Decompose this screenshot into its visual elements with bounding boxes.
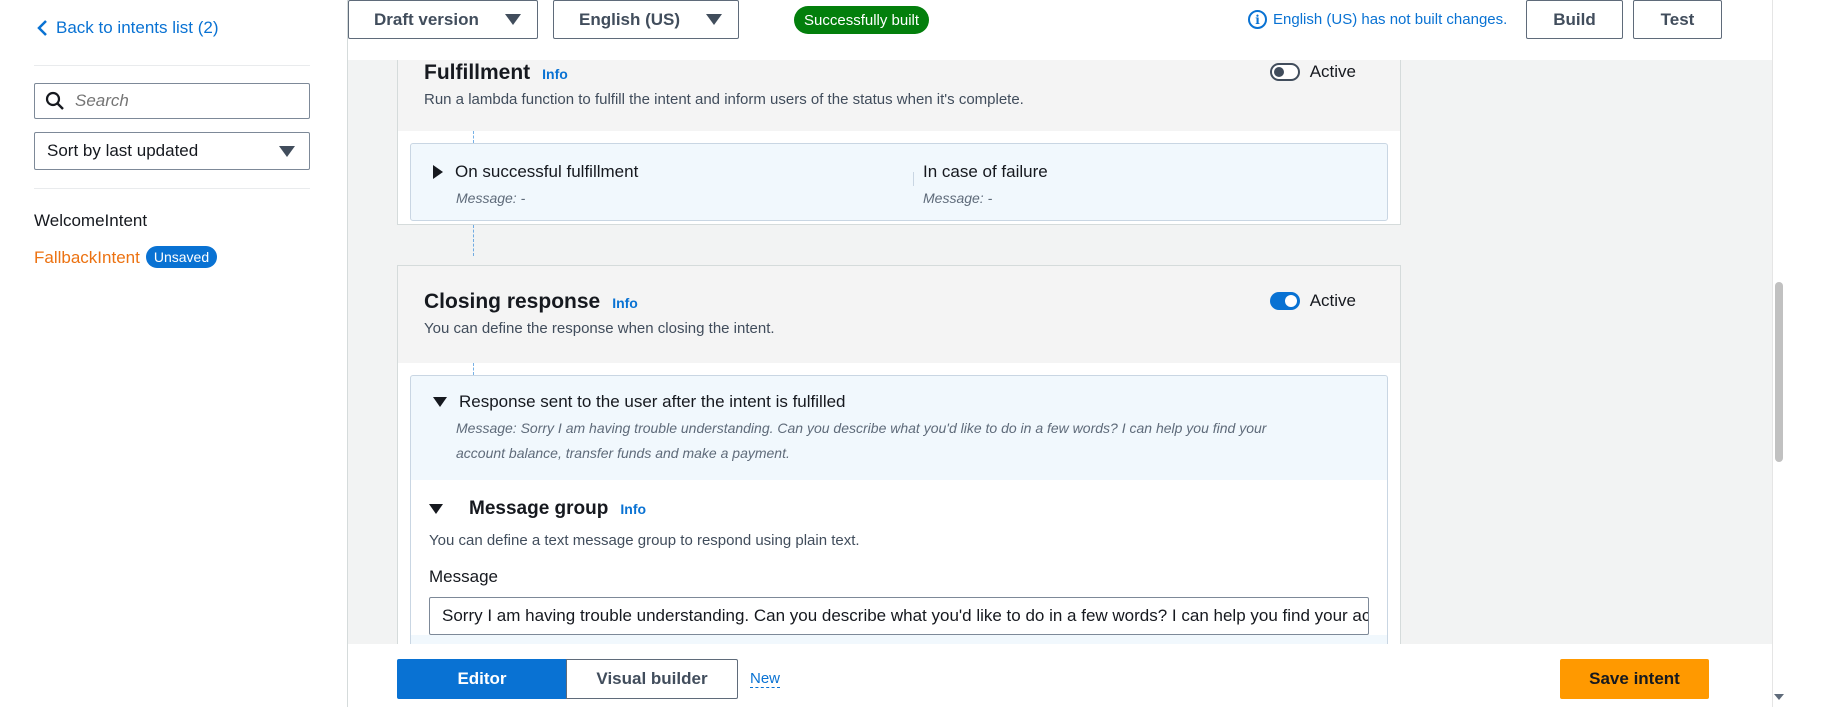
- message-group-info-link[interactable]: Info: [620, 501, 646, 517]
- intent-editor-content: Fulfillment Info Run a lambda function to…: [348, 60, 1772, 644]
- back-to-intents-link[interactable]: Back to intents list (2): [36, 18, 219, 38]
- intent-item-welcome[interactable]: WelcomeIntent: [34, 211, 147, 231]
- intent-search-field[interactable]: [34, 83, 310, 119]
- success-fulfillment-title: On successful fulfillment: [455, 162, 639, 181]
- message-group-header[interactable]: Message group Info: [429, 498, 1369, 520]
- sort-select[interactable]: Sort by last updated: [34, 132, 310, 170]
- language-dropdown-label: English (US): [579, 9, 681, 29]
- response-message-preview: Message: Sorry I am having trouble under…: [456, 416, 1356, 466]
- message-group-title: Message group: [469, 498, 609, 519]
- fulfillment-panel: Fulfillment Info Run a lambda function to…: [397, 60, 1401, 225]
- divider: [34, 188, 310, 189]
- save-intent-button[interactable]: Save intent: [1560, 659, 1709, 699]
- intent-item-fallback[interactable]: FallbackIntent Unsaved: [34, 246, 218, 268]
- caret-down-icon: [429, 504, 443, 514]
- right-margin: [1789, 0, 1821, 707]
- build-button[interactable]: Build: [1526, 0, 1623, 39]
- failure-message: Message: -: [923, 190, 993, 206]
- info-icon: i: [1248, 10, 1267, 29]
- version-dropdown[interactable]: Draft version: [348, 0, 538, 39]
- fulfillment-description: Run a lambda function to fulfill the int…: [424, 91, 1024, 108]
- intents-sidebar: Back to intents list (2) Sort by last up…: [0, 0, 348, 707]
- top-toolbar: Draft version English (US) Successfully …: [348, 0, 1772, 60]
- scroll-down-arrow-icon[interactable]: [1774, 694, 1784, 700]
- closing-response-panel: Closing response Info You can define the …: [397, 265, 1401, 644]
- failure-title: In case of failure: [923, 162, 1048, 181]
- caret-down-icon: [433, 397, 447, 407]
- closing-response-active-toggle[interactable]: Active: [1269, 291, 1356, 311]
- caret-down-icon: [505, 14, 521, 25]
- notice-text: English (US) has not built changes.: [1273, 11, 1508, 28]
- closing-response-description: You can define the response when closing…: [424, 320, 775, 337]
- chevron-left-icon: [37, 20, 47, 36]
- response-section-toggle[interactable]: Response sent to the user after the inte…: [433, 392, 846, 412]
- visual-builder-tab[interactable]: Visual builder: [566, 659, 738, 699]
- fulfillment-header: Fulfillment Info Run a lambda function to…: [398, 60, 1400, 131]
- unbuilt-changes-notice: i English (US) has not built changes.: [1248, 10, 1507, 29]
- closing-response-card: Response sent to the user after the inte…: [410, 375, 1388, 644]
- fulfillment-options-card: On successful fulfillment Message: - In …: [410, 143, 1388, 221]
- message-group-section: Message group Info You can define a text…: [411, 480, 1387, 635]
- flow-connector: [473, 363, 474, 375]
- message-text-field[interactable]: Sorry I am having trouble understanding.…: [429, 597, 1369, 635]
- back-link-label: Back to intents list (2): [56, 18, 219, 37]
- fulfillment-info-link[interactable]: Info: [542, 66, 568, 82]
- intent-name: WelcomeIntent: [34, 211, 148, 230]
- flow-connector: [473, 131, 474, 143]
- editor-tab[interactable]: Editor: [397, 659, 567, 699]
- toggle-switch[interactable]: [1269, 292, 1300, 310]
- caret-right-icon: [433, 165, 443, 179]
- response-section-title: Response sent to the user after the inte…: [459, 392, 846, 411]
- version-dropdown-label: Draft version: [374, 9, 479, 29]
- bottom-toolbar: Editor Visual builder New Save intent: [348, 644, 1772, 707]
- sort-select-value: Sort by last updated: [47, 141, 199, 160]
- response-message-line: account balance, transfer funds and make…: [456, 445, 790, 461]
- fulfillment-title: Fulfillment: [424, 61, 531, 84]
- test-button[interactable]: Test: [1633, 0, 1722, 39]
- search-input[interactable]: [75, 91, 295, 111]
- divider: [913, 172, 914, 186]
- toggle-label: Active: [1309, 62, 1356, 81]
- new-feature-link[interactable]: New: [750, 670, 781, 688]
- success-message: Message: -: [456, 190, 526, 206]
- closing-response-info-link[interactable]: Info: [612, 295, 638, 311]
- success-fulfillment-toggle[interactable]: On successful fulfillment: [433, 162, 638, 182]
- search-icon: [45, 91, 64, 110]
- closing-response-header: Closing response Info You can define the …: [398, 266, 1400, 363]
- intent-name: FallbackIntent: [34, 248, 140, 267]
- toggle-switch[interactable]: [1269, 63, 1300, 81]
- toggle-label: Active: [1309, 291, 1356, 310]
- fulfillment-active-toggle[interactable]: Active: [1269, 62, 1356, 82]
- unsaved-badge: Unsaved: [145, 246, 218, 268]
- caret-down-icon: [706, 14, 722, 25]
- flow-connector: [473, 225, 474, 256]
- language-dropdown[interactable]: English (US): [553, 0, 739, 39]
- app-root: Back to intents list (2) Sort by last up…: [0, 0, 1821, 707]
- closing-response-title: Closing response: [424, 290, 601, 313]
- caret-down-icon: [279, 145, 295, 157]
- scrollbar-thumb[interactable]: [1775, 282, 1783, 462]
- divider: [34, 65, 310, 66]
- message-group-description: You can define a text message group to r…: [429, 532, 860, 549]
- message-field-label: Message: [429, 567, 498, 586]
- response-message-line: Message: Sorry I am having trouble under…: [456, 420, 1267, 436]
- build-status-badge: Successfully built: [794, 6, 930, 34]
